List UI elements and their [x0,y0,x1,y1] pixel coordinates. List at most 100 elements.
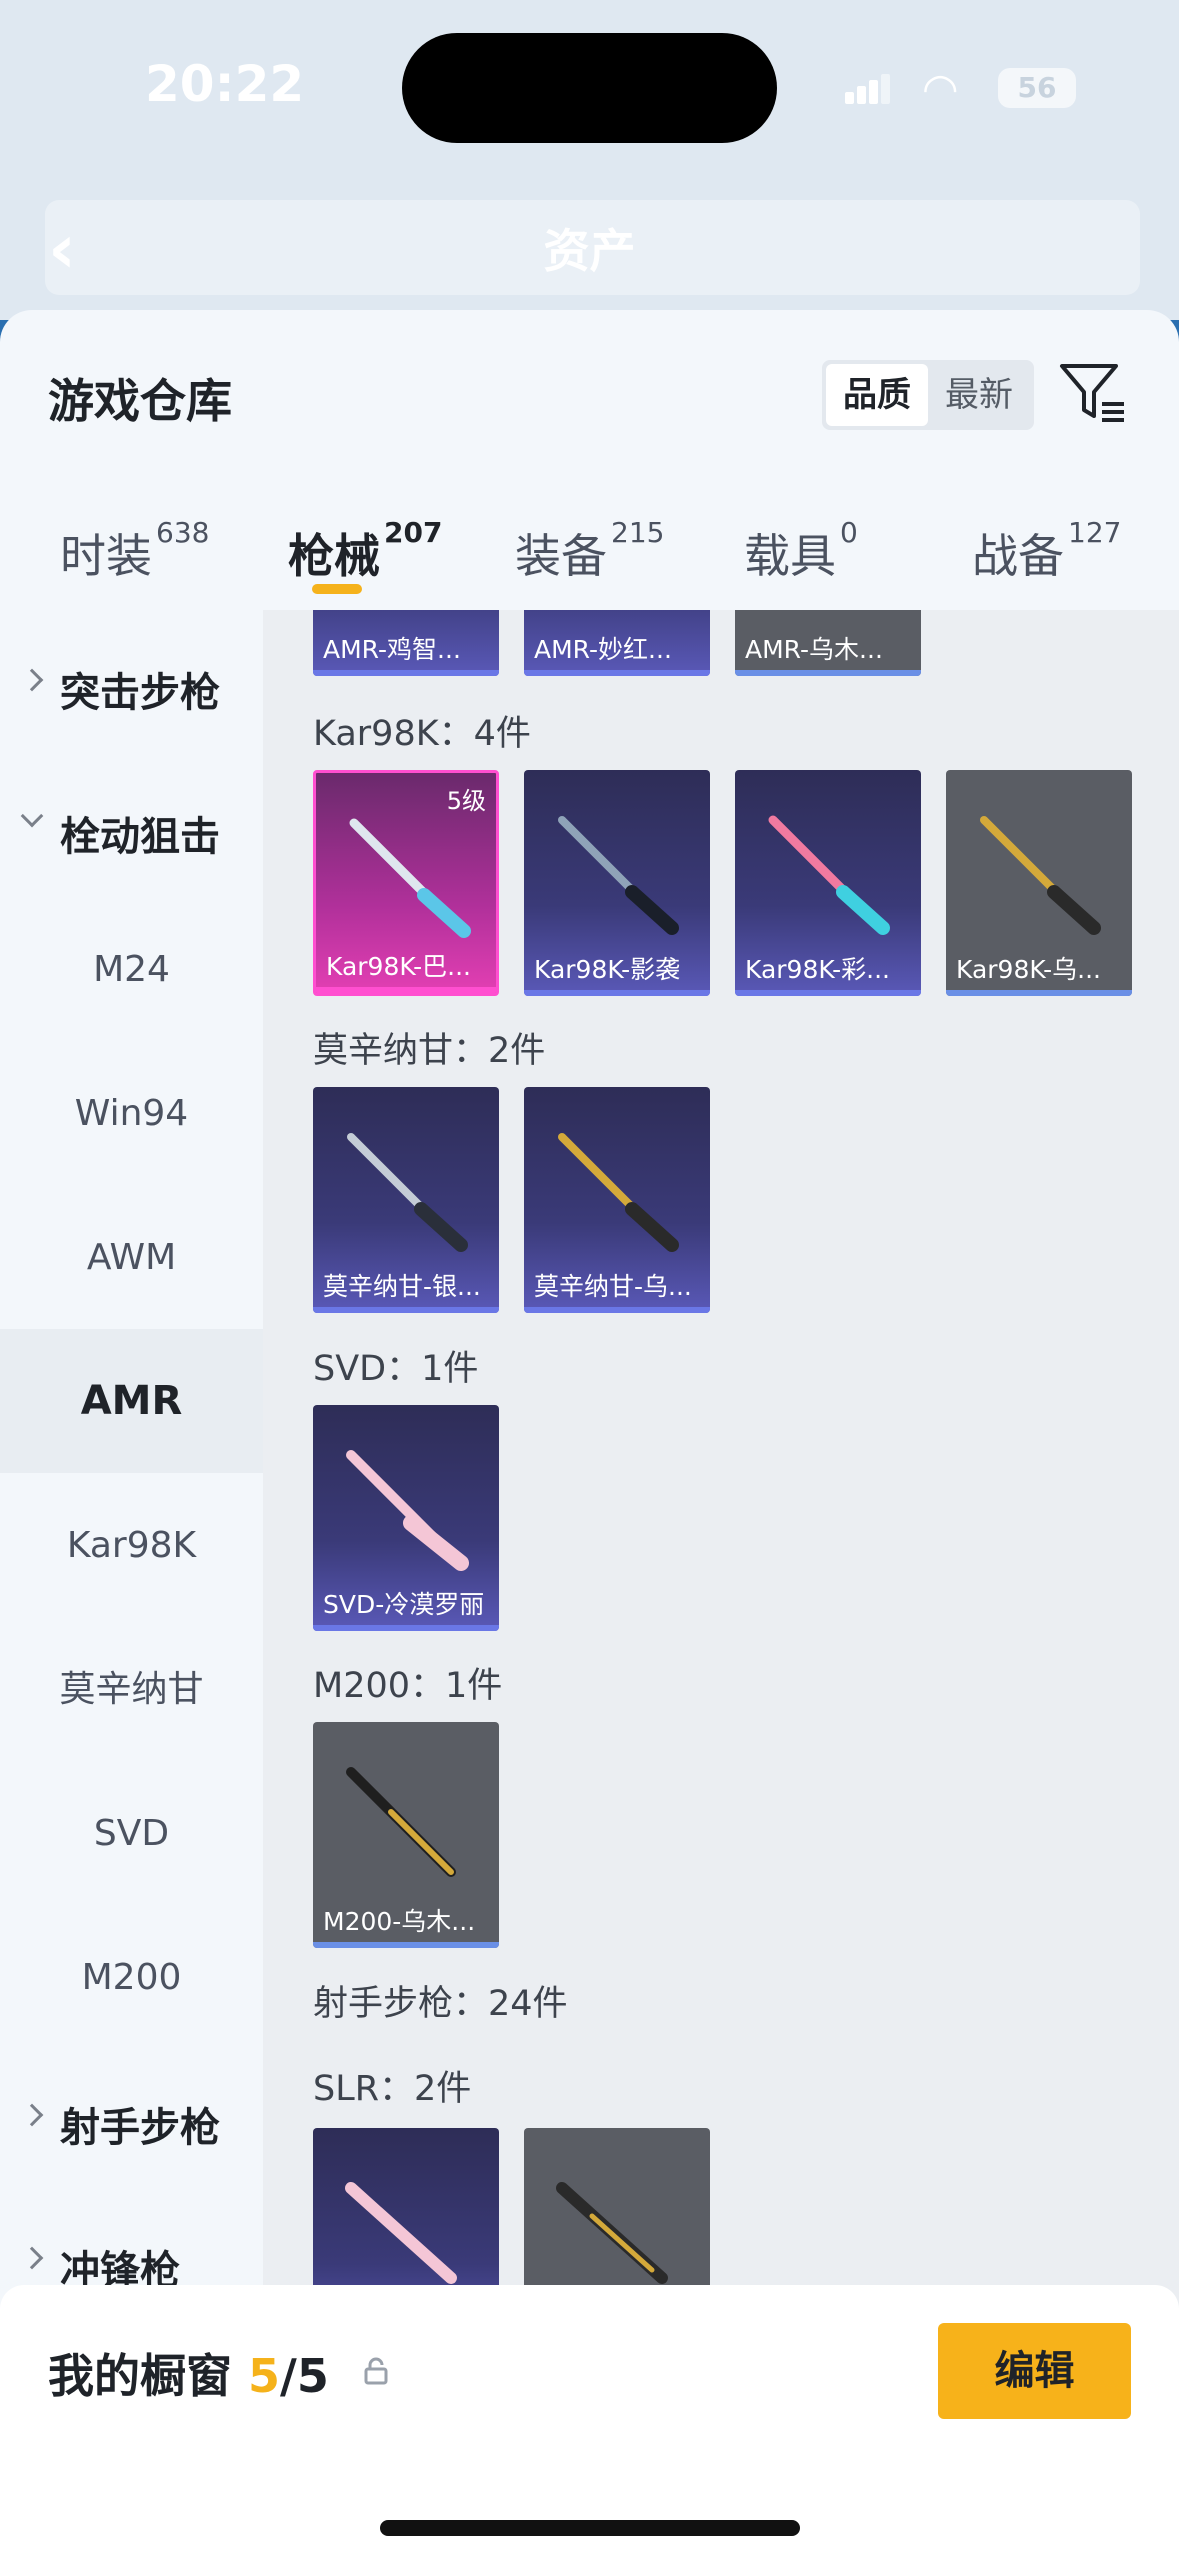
tab-label: 载具 [744,529,836,583]
rifle-icon [347,1133,468,1252]
item-name: AMR-妙红... [534,635,672,664]
sidebar-item-svd[interactable]: SVD [0,1804,263,1864]
chevron-right-icon [20,2103,44,2127]
sidebar-item-mosin[interactable]: 莫辛纳甘 [0,1660,263,1720]
sort-quality-button[interactable]: 品质 [826,364,928,426]
item-card[interactable]: AMR-妙红... [524,610,710,676]
category-tabs: 时装 638 枪械 207 装备 215 载具 0 战备 127 [0,500,1179,610]
status-time: 20:22 [145,55,305,113]
card-rarity-bar [524,990,710,996]
item-name: Kar98K-影袭 [534,955,681,984]
chevron-right-icon [20,2246,44,2270]
card-rarity-bar [316,987,496,993]
item-card[interactable]: AMR-鸡智... [313,610,499,676]
item-card[interactable]: M200-乌木... [313,1722,499,1948]
tab-guns[interactable]: 枪械 207 [288,516,442,586]
active-tab-indicator [312,584,362,594]
background-title: 资产 [543,224,636,278]
card-rarity-bar [313,1307,499,1313]
item-card[interactable]: SVD-冷漠罗丽 [313,1405,499,1631]
group-title: SVD：1件 [313,1349,479,1389]
sidebar-item-m24[interactable]: M24 [0,940,263,1000]
card-rarity-bar [735,990,921,996]
tab-label: 装备 [515,529,607,583]
signal-icon [845,72,891,104]
tab-label: 时装 [60,529,152,583]
tab-count: 127 [1068,516,1122,549]
filter-icon[interactable] [1058,358,1128,428]
warehouse-sheet: 游戏仓库 品质 最新 时装 638 枪械 207 装备 215 载具 0 战备 127 突… [0,310,1179,2556]
tab-supplies[interactable]: 战备 127 [972,516,1121,586]
group-title: SLR：2件 [313,2069,472,2109]
background-app: 20:22 ◠ 56 ‹ 资产 [0,0,1179,320]
rifle-icon [346,1450,469,1571]
item-card[interactable]: Kar98K-影袭 [524,770,710,996]
card-rarity-bar [313,1625,499,1631]
item-grid: AMR-鸡智... AMR-妙红... AMR-乌木... Kar98K：4件 … [263,610,1179,2556]
sidebar-item-win94[interactable]: Win94 [0,1084,263,1144]
tab-count: 215 [611,516,665,549]
sidebar-item-m200[interactable]: M200 [0,1948,263,2008]
card-rarity-bar [313,670,499,676]
wifi-icon: ◠ [922,64,959,113]
item-card[interactable]: 5级 Kar98K-巴... [313,770,499,996]
rifle-icon [349,818,471,938]
dynamic-island [402,33,777,143]
item-name: Kar98K-巴... [326,952,471,981]
tab-equipment[interactable]: 装备 215 [515,516,664,586]
home-indicator [380,2520,800,2536]
sidebar-item-kar98k[interactable]: Kar98K [0,1516,263,1576]
group-title: Kar98K：4件 [313,714,531,754]
sidebar-category-label: 栓动狙击 [60,814,220,860]
battery-icon: 56 [998,68,1076,108]
item-card[interactable]: Kar98K-乌... [946,770,1132,996]
item-name: M200-乌木... [323,1907,476,1936]
sidebar-category-bolt-sniper[interactable]: 栓动狙击 [0,804,263,862]
item-card[interactable]: 莫辛纳甘-乌... [524,1087,710,1313]
rifle-icon [980,816,1101,935]
sidebar-category-assault-rifle[interactable]: 突击步枪 [0,660,263,718]
showcase-title: 我的橱窗 [48,2349,232,2403]
item-name: Kar98K-乌... [956,955,1101,984]
sidebar-item-amr[interactable]: AMR [0,1329,263,1473]
sidebar-category-dmr[interactable]: 射手步枪 [0,2095,263,2153]
group-title: 莫辛纳甘：2件 [313,1031,546,1071]
rifle-icon [768,815,890,935]
item-name: 莫辛纳甘-银... [323,1272,481,1301]
sidebar: 突击步枪 栓动狙击 M24 Win94 AWM AMR Kar98K 莫辛纳甘 … [0,610,263,2556]
sort-toggle[interactable]: 品质 最新 [822,360,1034,430]
sheet-title: 游戏仓库 [48,374,232,428]
item-name: SVD-冷漠罗丽 [323,1590,485,1619]
card-rarity-bar [524,670,710,676]
tab-fashion[interactable]: 时装 638 [60,516,209,586]
group-title: M200：1件 [313,1666,503,1706]
card-rarity-bar [313,1942,499,1948]
tab-label: 战备 [972,529,1064,583]
sidebar-item-awm[interactable]: AWM [0,1228,263,1288]
card-rarity-bar [735,670,921,676]
sidebar-category-label: 突击步枪 [60,670,220,716]
item-card[interactable]: AMR-乌木... [735,610,921,676]
item-name: AMR-乌木... [745,635,883,664]
sidebar-category-label: 射手步枪 [60,2105,220,2151]
tab-vehicles[interactable]: 载具 0 [744,516,858,586]
showcase-label: 我的橱窗 5/5 [48,2340,329,2406]
rifle-icon [346,1767,456,1877]
edit-button[interactable]: 编辑 [938,2323,1131,2419]
sort-newest-button[interactable]: 最新 [928,364,1030,426]
item-card[interactable]: Kar98K-彩... [735,770,921,996]
chevron-down-icon [20,804,44,828]
status-bar: 20:22 ◠ 56 [0,0,1179,160]
item-name: Kar98K-彩... [745,955,890,984]
item-name: 莫辛纳甘-乌... [534,1272,692,1301]
item-card[interactable]: 莫辛纳甘-银... [313,1087,499,1313]
tab-label: 枪械 [288,529,380,583]
tab-count: 207 [384,516,443,549]
card-rarity-bar [524,1307,710,1313]
item-name: AMR-鸡智... [323,635,461,664]
section-title: 射手步枪：24件 [313,1984,568,2024]
rifle-icon [556,2182,668,2284]
chevron-right-icon [20,668,44,692]
showcase-bar: 我的橱窗 5/5 编辑 [0,2285,1179,2556]
rifle-icon [345,2182,457,2284]
